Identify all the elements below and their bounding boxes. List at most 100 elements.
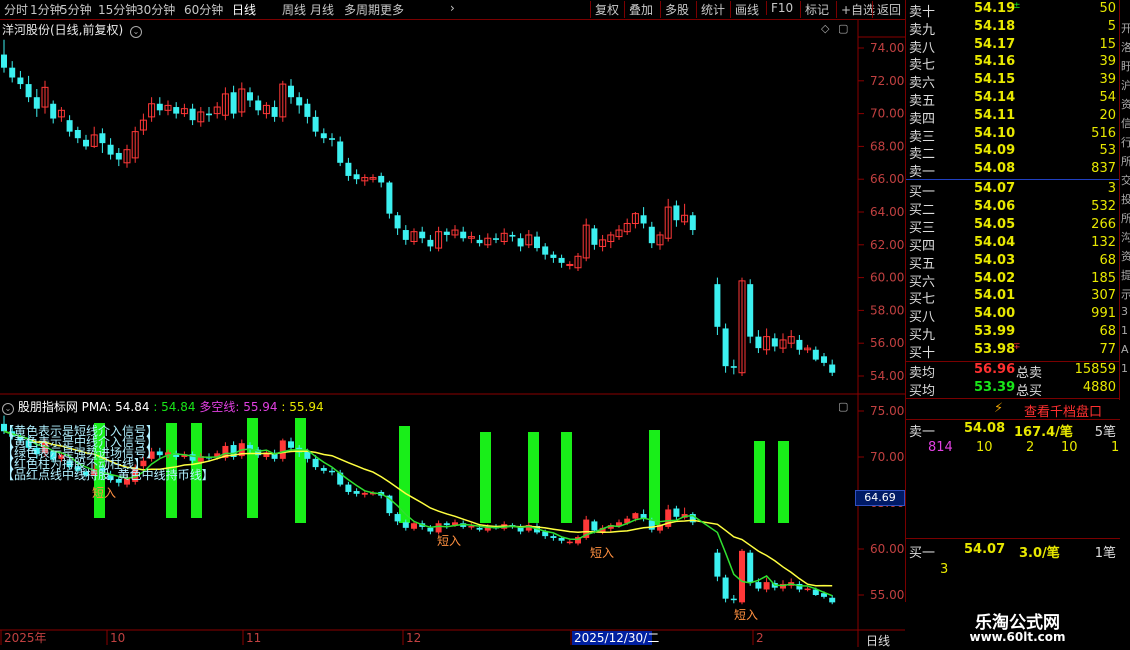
period-7[interactable]: 周线 [282, 1, 306, 18]
bid-row-0[interactable]: 买一 54.07 3 [906, 181, 1120, 200]
ask-row-7[interactable]: 卖三 54.10 516 [906, 126, 1120, 145]
toolbar-button-0[interactable]: 复权 [590, 1, 619, 18]
indicator-settings-icon[interactable]: ⌄ [2, 403, 14, 415]
level-price: 54.07 [974, 181, 1016, 196]
candle-down [66, 120, 73, 132]
bid-row-4[interactable]: 买五 54.03 68 [906, 253, 1120, 272]
side-char: 开 [1121, 22, 1130, 35]
signal-bar [295, 418, 306, 523]
bid-row-7[interactable]: 买八 54.00 991 [906, 306, 1120, 326]
change-mark-icon: ∓ [1013, 342, 1021, 353]
y-tick-label: 70.00 [870, 107, 904, 121]
ind-candle [804, 588, 811, 591]
qiandang-button[interactable]: ⚡ 查看千档盘口 [906, 399, 1120, 420]
toolbar-button-4[interactable]: 画线 [730, 1, 759, 18]
side-char: 行 [1121, 136, 1130, 149]
ask-row-9[interactable]: 卖一 54.08 837 [906, 161, 1120, 180]
buy1-count: 1笔 [1094, 546, 1116, 561]
candle-down [394, 215, 401, 229]
toolbar-button-5[interactable]: F10 [766, 1, 793, 15]
candle-down [517, 238, 524, 247]
period-label[interactable]: 日线 [866, 632, 890, 649]
candle-down [1, 54, 7, 68]
candle-down [722, 328, 729, 367]
level-label: 买九 [909, 328, 936, 344]
watermark: 乐淘公式网 www.60lt.com [905, 602, 1130, 650]
period-10[interactable]: 更多 [380, 1, 404, 18]
queue-item: 3 [940, 562, 949, 577]
window-restore-icon[interactable]: ▢ [838, 22, 848, 35]
period-8[interactable]: 月线 [310, 1, 334, 18]
level-label: 卖八 [909, 40, 936, 56]
period-9[interactable]: 多周期 [344, 1, 380, 18]
ask-row-8[interactable]: 卖二 54.09 53 [906, 143, 1120, 162]
current-value-tag: 64.69 [855, 490, 905, 506]
ind-candle [312, 458, 319, 468]
toolbar-button-8[interactable]: 返回 [872, 1, 901, 18]
queue-item: 10 [1061, 440, 1078, 455]
settings-circle-icon[interactable]: ⌄ [130, 26, 143, 38]
bid-row-6[interactable]: 买七 54.01 307 [906, 288, 1120, 307]
period-6[interactable]: 日线 [232, 1, 256, 18]
avg-buy-value: 53.39 [974, 380, 1016, 395]
ask-row-2[interactable]: 卖八 54.17 15 [906, 37, 1120, 56]
y-tick-label: 58.00 [870, 303, 904, 317]
period-1[interactable]: 1分钟 [30, 1, 62, 18]
toolbar-button-3[interactable]: 统计 [696, 1, 725, 18]
y-tick-label: 68.00 [870, 139, 904, 153]
chevron-right-icon[interactable]: › [450, 1, 455, 15]
ask-row-0[interactable]: 卖十 54.19 50 ± [906, 1, 1120, 20]
level-price: 54.09 [974, 143, 1016, 159]
ind-candle [427, 527, 434, 532]
period-3[interactable]: 15分钟 [98, 1, 137, 18]
level-price: 54.02 [974, 270, 1016, 286]
bid-row-2[interactable]: 买三 54.05 266 [906, 216, 1120, 236]
candle-down [378, 175, 385, 183]
ask-row-6[interactable]: 卖四 54.11 20 [906, 108, 1120, 127]
ask-row-3[interactable]: 卖七 54.16 39 [906, 54, 1120, 73]
level-volume: 991 [1091, 306, 1116, 322]
avg-sell-value: 56.96 [974, 362, 1016, 377]
ind-candle [476, 527, 483, 530]
bid-row-9[interactable]: 买十 53.98 77 ∓ [906, 342, 1120, 361]
diamond-icon[interactable]: ◇ [821, 22, 829, 35]
period-2[interactable]: 5分钟 [60, 1, 92, 18]
level-label: 买八 [909, 310, 936, 326]
candle-down [443, 231, 450, 235]
ask-row-5[interactable]: 卖五 54.14 54 [906, 90, 1120, 109]
level-volume: 266 [1091, 216, 1116, 232]
y-tick-label: 54.00 [870, 369, 904, 383]
candle-down [173, 107, 180, 114]
bid-row-3[interactable]: 买四 54.04 132 [906, 235, 1120, 254]
level-label: 买三 [909, 220, 936, 236]
sell1-count: 5笔 [1094, 425, 1116, 440]
period-5[interactable]: 60分钟 [184, 1, 223, 18]
bid-row-8[interactable]: 买九 53.99 68 [906, 324, 1120, 344]
toolbar-button-2[interactable]: 多股 [660, 1, 689, 18]
x-label: 2025/12/30/二 [574, 631, 659, 645]
order-book-panel: 卖十 54.19 50 ± 卖九 54.18 5 卖八 54.17 15 卖七 54.16 39 卖六 54… [905, 0, 1130, 650]
toolbar-button-1[interactable]: 叠加 [624, 1, 653, 18]
period-4[interactable]: 30分钟 [136, 1, 175, 18]
toolbar-button-6[interactable]: 标记 [800, 1, 829, 18]
x-label: 11 [246, 631, 261, 645]
kline-chart[interactable]: 短入短入短入短入 74.0072.0070.0068.0066.0064.006… [0, 20, 905, 650]
y-tick-label: 60.00 [870, 271, 904, 285]
ind-candle [353, 491, 360, 494]
ask-row-4[interactable]: 卖六 54.15 39 [906, 72, 1120, 91]
x-label: 2 [756, 631, 764, 645]
period-0[interactable]: 分时 [4, 1, 28, 18]
toolbar-button-7[interactable]: +自选 [836, 1, 875, 18]
bid-row-5[interactable]: 买六 54.02 185 [906, 270, 1120, 290]
short-entry-label: 短入 [437, 534, 461, 548]
buy1-per: 3.0/笔 [1019, 546, 1060, 561]
ask-row-1[interactable]: 卖九 54.18 5 [906, 19, 1120, 38]
ind-candle [558, 537, 565, 541]
bid-row-1[interactable]: 买二 54.06 532 [906, 199, 1120, 218]
level-volume: 837 [1091, 161, 1116, 177]
window-restore-icon-2[interactable]: ▢ [838, 400, 848, 413]
candle-down [714, 284, 721, 327]
ind-candle [411, 523, 417, 529]
sell1-queue: 814 10 2 10 1 [906, 440, 1120, 458]
ind-candle [755, 582, 762, 589]
